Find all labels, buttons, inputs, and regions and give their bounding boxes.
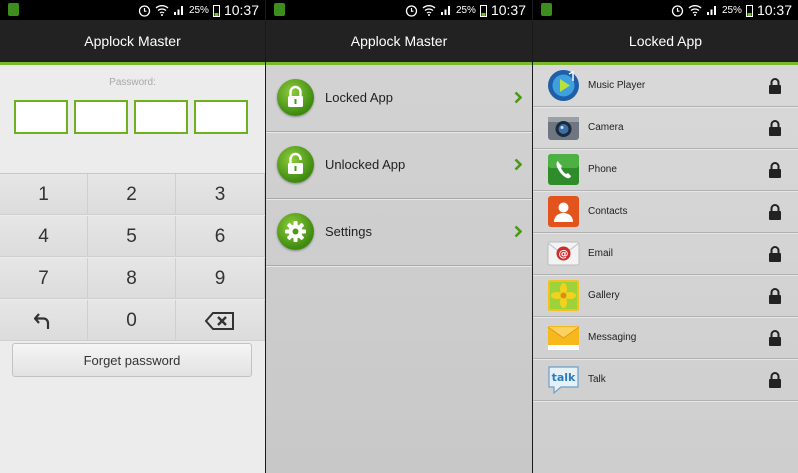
alarm-icon (405, 4, 418, 17)
lock-icon[interactable] (768, 204, 782, 220)
chevron-right-icon (514, 225, 522, 238)
backspace-key[interactable] (176, 300, 265, 341)
password-label: Password: (109, 77, 156, 88)
key-3[interactable]: 3 (176, 174, 265, 215)
back-key[interactable] (0, 300, 88, 341)
battery-icon (745, 4, 753, 17)
app-row-phone[interactable]: Phone (533, 149, 798, 191)
lock-icon[interactable] (768, 288, 782, 304)
status-bar: 25% 10:37 (266, 0, 532, 20)
app-name: Camera (588, 122, 624, 133)
svg-text:talk: talk (552, 371, 576, 384)
battery-percent: 25% (721, 4, 742, 16)
clock: 10:37 (490, 2, 526, 18)
pin-digit-box-1[interactable] (14, 100, 68, 134)
signal-icon (706, 6, 716, 15)
lock-icon[interactable] (768, 372, 782, 388)
page-title: Locked App (533, 20, 798, 62)
app-name: Talk (588, 374, 606, 385)
email-icon: @ (547, 241, 580, 266)
phone-icon (548, 154, 579, 185)
undo-arrow-icon (33, 313, 49, 329)
wifi-icon (688, 5, 702, 16)
numeric-keypad: 1 2 3 4 5 6 7 8 9 0 (0, 173, 265, 341)
svg-text:@: @ (559, 249, 569, 260)
chevron-right-icon (514, 158, 522, 171)
battery-percent: 25% (455, 4, 476, 16)
signal-icon (440, 6, 450, 15)
music-player-icon (548, 70, 579, 101)
key-9[interactable]: 9 (176, 258, 265, 299)
key-6[interactable]: 6 (176, 216, 265, 257)
clock: 10:37 (223, 2, 259, 18)
app-row-email[interactable]: @ Email (533, 233, 798, 275)
key-5[interactable]: 5 (88, 216, 176, 257)
menu-item-label: Locked App (325, 90, 393, 105)
app-name: Email (588, 248, 614, 259)
lock-icon[interactable] (768, 162, 782, 178)
pin-screen: 25% 10:37 Applock Master Password: 1 2 3… (0, 0, 265, 473)
applock-notification-icon (8, 3, 19, 16)
lock-icon[interactable] (768, 120, 782, 136)
app-row-gallery[interactable]: Gallery (533, 275, 798, 317)
key-4[interactable]: 4 (0, 216, 88, 257)
chevron-right-icon (514, 91, 522, 104)
lock-icon[interactable] (768, 330, 782, 346)
applock-notification-icon (274, 3, 285, 16)
menu-item-settings[interactable]: Settings (266, 199, 532, 266)
page-title: Applock Master (0, 20, 265, 62)
applock-notification-icon (541, 3, 552, 16)
app-name: Music Player (588, 80, 646, 91)
camera-icon (548, 117, 579, 140)
lock-closed-icon (277, 79, 314, 116)
lock-icon[interactable] (768, 246, 782, 262)
key-1[interactable]: 1 (0, 174, 88, 215)
key-0[interactable]: 0 (88, 300, 176, 341)
battery-icon (212, 4, 220, 17)
status-bar: 25% 10:37 (533, 0, 798, 20)
signal-icon (173, 6, 183, 15)
pin-digit-box-3[interactable] (134, 100, 188, 134)
page-title: Applock Master (266, 20, 532, 62)
talk-icon: talk (548, 366, 579, 395)
key-2[interactable]: 2 (88, 174, 176, 215)
clock: 10:37 (756, 2, 792, 18)
pin-digit-box-2[interactable] (74, 100, 128, 134)
status-bar: 25% 10:37 (0, 0, 265, 20)
app-name: Phone (588, 164, 617, 175)
app-row-music-player[interactable]: Music Player (533, 65, 798, 107)
main-menu-screen: 25% 10:37 Applock Master Locked App Unlo… (266, 0, 532, 473)
menu-item-unlocked-app[interactable]: Unlocked App (266, 132, 532, 199)
lock-icon[interactable] (768, 78, 782, 94)
contacts-icon (548, 196, 579, 227)
gallery-icon (548, 280, 579, 311)
lock-open-icon (277, 146, 314, 183)
menu-item-label: Settings (325, 224, 372, 239)
locked-app-screen: 25% 10:37 Locked App Music Player Camera… (533, 0, 798, 473)
app-row-contacts[interactable]: Contacts (533, 191, 798, 233)
alarm-icon (671, 4, 684, 17)
key-7[interactable]: 7 (0, 258, 88, 299)
app-name: Contacts (588, 206, 628, 217)
pin-digit-box-4[interactable] (194, 100, 248, 134)
menu-item-locked-app[interactable]: Locked App (266, 65, 532, 132)
backspace-icon (204, 311, 234, 330)
title-accent-line (0, 62, 265, 65)
gear-icon (277, 213, 314, 250)
battery-percent: 25% (188, 4, 209, 16)
wifi-icon (422, 5, 436, 16)
app-row-talk[interactable]: talk Talk (533, 359, 798, 401)
app-row-camera[interactable]: Camera (533, 107, 798, 149)
app-name: Messaging (588, 332, 637, 343)
battery-icon (479, 4, 487, 17)
menu-item-label: Unlocked App (325, 157, 406, 172)
alarm-icon (138, 4, 151, 17)
app-name: Gallery (588, 290, 620, 301)
key-8[interactable]: 8 (88, 258, 176, 299)
app-row-messaging[interactable]: Messaging (533, 317, 798, 359)
messaging-icon (547, 326, 580, 350)
forget-password-button[interactable]: Forget password (12, 343, 252, 377)
wifi-icon (155, 5, 169, 16)
